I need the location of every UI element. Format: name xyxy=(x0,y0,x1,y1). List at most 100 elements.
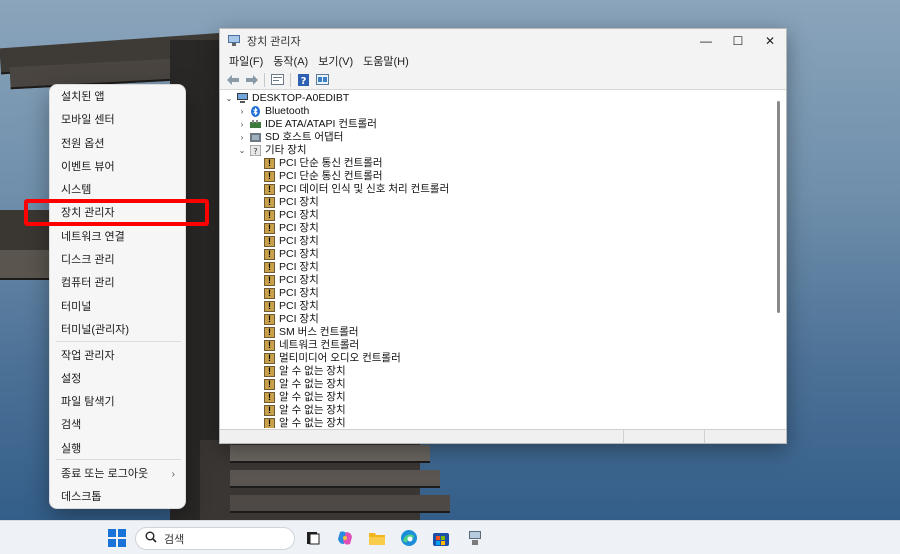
expand-chevron-icon[interactable]: › xyxy=(237,131,247,144)
menu-item[interactable]: 모바일 센터 xyxy=(50,109,187,132)
submenu-arrow-icon: › xyxy=(171,469,175,480)
tree-device-row[interactable]: 알 수 없는 장치 xyxy=(261,365,346,378)
toolbar-separator xyxy=(290,72,291,87)
tree-device-row[interactable]: 알 수 없는 장치 xyxy=(261,391,346,404)
device-label: PCI 장치 xyxy=(279,196,319,208)
menu-file[interactable]: 파일(F) xyxy=(224,53,268,69)
tree-device-row[interactable]: PCI 단순 통신 컨트롤러 xyxy=(261,170,383,183)
device-manager-window: 장치 관리자 — ☐ ✕ 파일(F) 동작(A) 보기(V) 도움말(H) ? … xyxy=(219,28,787,444)
device-label: 알 수 없는 장치 xyxy=(279,378,346,390)
menu-item[interactable]: 터미널(관리자) xyxy=(50,319,187,342)
menu-item[interactable]: 검색 xyxy=(50,414,187,437)
collapse-chevron-icon[interactable]: ⌄ xyxy=(237,144,247,157)
category-label: SD 호스트 어댑터 xyxy=(265,131,344,143)
menu-item[interactable]: 설정 xyxy=(50,368,187,391)
taskbar: 검색 xyxy=(0,520,900,554)
warning-device-icon xyxy=(264,404,275,417)
menu-item[interactable]: 이벤트 뷰어 xyxy=(50,156,187,179)
menu-item[interactable]: 작업 관리자 xyxy=(50,345,187,368)
tree-device-row[interactable]: PCI 장치 xyxy=(261,209,319,222)
store-icon[interactable] xyxy=(432,529,450,547)
tree-device-row[interactable]: 알 수 없는 장치 xyxy=(261,378,346,391)
device-tree: ⌄ DESKTOP-A0EDIBT › Bluetooth › IDE ATA/… xyxy=(220,90,786,428)
device-label: 알 수 없는 장치 xyxy=(279,417,346,428)
device-manager-icon[interactable] xyxy=(466,529,484,547)
tree-root-computer[interactable]: ⌄ DESKTOP-A0EDIBT xyxy=(224,92,350,105)
menu-action[interactable]: 동작(A) xyxy=(268,53,313,69)
warning-device-icon xyxy=(264,222,275,235)
warning-device-icon xyxy=(264,209,275,222)
tree-device-row[interactable]: PCI 장치 xyxy=(261,235,319,248)
tree-device-row[interactable]: PCI 장치 xyxy=(261,222,319,235)
tree-category-bluetooth[interactable]: › Bluetooth xyxy=(237,105,309,118)
file-explorer-icon[interactable] xyxy=(368,529,386,547)
tree-device-row[interactable]: PCI 장치 xyxy=(261,300,319,313)
tree-device-row[interactable]: PCI 장치 xyxy=(261,313,319,326)
tree-category-other-devices[interactable]: ⌄ ? 기타 장치 xyxy=(237,144,307,157)
tree-device-row[interactable]: 네트워크 컨트롤러 xyxy=(261,339,359,352)
tree-category-ide[interactable]: › IDE ATA/ATAPI 컨트롤러 xyxy=(237,118,377,131)
status-cell xyxy=(220,430,624,443)
tree-device-row[interactable]: 알 수 없는 장치 xyxy=(261,404,346,417)
menu-item[interactable]: 실행 xyxy=(50,438,187,461)
tree-device-row[interactable]: 멀티미디어 오디오 컨트롤러 xyxy=(261,352,401,365)
vertical-scrollbar[interactable] xyxy=(777,101,780,313)
menu-item-label: 모바일 센터 xyxy=(61,114,115,126)
warning-device-icon xyxy=(264,339,275,352)
tree-device-row[interactable]: PCI 단순 통신 컨트롤러 xyxy=(261,157,383,170)
edge-icon[interactable] xyxy=(400,529,418,547)
task-view-icon[interactable] xyxy=(304,529,322,547)
tree-device-row[interactable]: PCI 장치 xyxy=(261,196,319,209)
device-label: PCI 장치 xyxy=(279,300,319,312)
device-label: PCI 단순 통신 컨트롤러 xyxy=(279,170,383,182)
menu-item-label: 네트워크 연결 xyxy=(61,231,125,243)
title-bar[interactable]: 장치 관리자 — ☐ ✕ xyxy=(220,29,786,52)
close-button[interactable]: ✕ xyxy=(754,29,786,52)
minimize-button[interactable]: — xyxy=(690,29,722,52)
menu-item-label: 터미널 xyxy=(61,301,92,313)
device-label: 알 수 없는 장치 xyxy=(279,365,346,377)
tree-device-row[interactable]: PCI 장치 xyxy=(261,261,319,274)
tree-device-row[interactable]: PCI 데이터 인식 및 신호 처리 컨트롤러 xyxy=(261,183,449,196)
warning-device-icon xyxy=(264,352,275,365)
computer-name: DESKTOP-A0EDIBT xyxy=(252,92,350,104)
menu-item[interactable]: 설치된 앱 xyxy=(50,86,187,109)
collapse-chevron-icon[interactable]: ⌄ xyxy=(224,92,234,105)
warning-device-icon xyxy=(264,365,275,378)
menu-item-label: 시스템 xyxy=(61,184,92,196)
menu-item[interactable]: 파일 탐색기 xyxy=(50,391,187,414)
tree-device-row[interactable]: PCI 장치 xyxy=(261,274,319,287)
expand-chevron-icon[interactable]: › xyxy=(237,105,247,118)
device-label: PCI 장치 xyxy=(279,235,319,247)
menu-item[interactable]: 네트워크 연결 xyxy=(50,226,187,249)
tree-device-row[interactable]: 알 수 없는 장치 xyxy=(261,417,346,428)
menu-item[interactable]: 터미널 xyxy=(50,296,187,319)
menu-item-label: 디스크 관리 xyxy=(61,254,115,266)
menu-help[interactable]: 도움말(H) xyxy=(358,53,414,69)
menu-item[interactable]: 전원 옵션 xyxy=(50,133,187,156)
menu-view[interactable]: 보기(V) xyxy=(313,53,358,69)
device-label: PCI 장치 xyxy=(279,274,319,286)
properties-icon[interactable] xyxy=(269,72,286,88)
taskbar-search[interactable]: 검색 xyxy=(135,527,295,550)
menu-item[interactable]: 디스크 관리 xyxy=(50,249,187,272)
maximize-button[interactable]: ☐ xyxy=(722,29,754,52)
menu-item[interactable]: 종료 또는 로그아웃 › xyxy=(50,463,187,486)
menu-item[interactable]: 데스크톱 xyxy=(50,486,187,509)
warning-device-icon xyxy=(264,235,275,248)
tree-device-row[interactable]: PCI 장치 xyxy=(261,287,319,300)
tree-category-sd-host[interactable]: › SD 호스트 어댑터 xyxy=(237,131,344,144)
expand-chevron-icon[interactable]: › xyxy=(237,118,247,131)
menu-item[interactable]: 컴퓨터 관리 xyxy=(50,272,187,295)
back-arrow-icon[interactable] xyxy=(224,72,241,88)
windows-start-icon[interactable] xyxy=(108,529,126,547)
view-icon[interactable] xyxy=(314,72,331,88)
copilot-icon[interactable] xyxy=(336,529,354,547)
menu-separator xyxy=(56,341,181,342)
device-label: PCI 장치 xyxy=(279,248,319,260)
tree-device-row[interactable]: PCI 장치 xyxy=(261,248,319,261)
bluetooth-icon xyxy=(250,106,261,117)
tree-device-row[interactable]: SM 버스 컨트롤러 xyxy=(261,326,359,339)
help-icon[interactable]: ? xyxy=(295,72,312,88)
forward-arrow-icon[interactable] xyxy=(243,72,260,88)
